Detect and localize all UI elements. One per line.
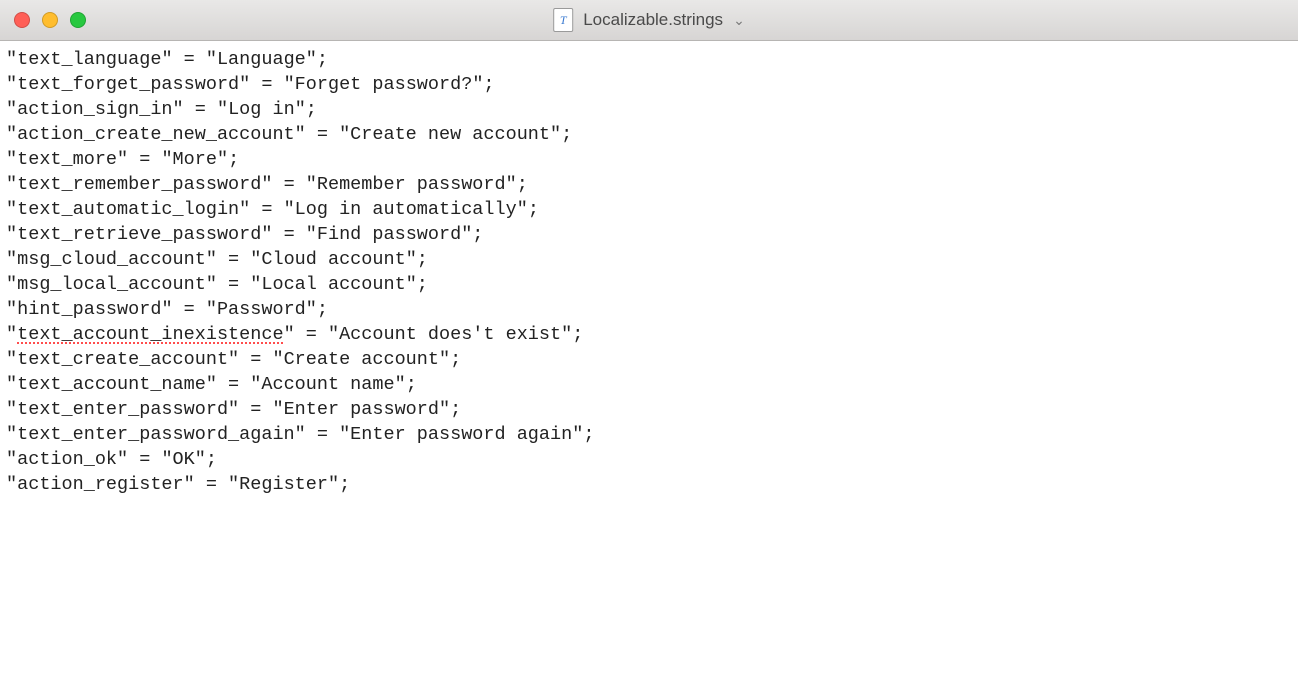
string-key: msg_local_account xyxy=(17,274,206,295)
string-value: Remember password xyxy=(317,174,506,195)
string-value: Language xyxy=(217,49,306,70)
code-line[interactable]: "text_more" = "More"; xyxy=(6,147,1292,172)
string-key: text_automatic_login xyxy=(17,199,239,220)
chevron-down-icon: ⌄ xyxy=(733,12,745,29)
string-value: Password xyxy=(217,299,306,320)
window-title: Localizable.strings xyxy=(583,10,723,30)
code-line[interactable]: "action_sign_in" = "Log in"; xyxy=(6,97,1292,122)
code-line[interactable]: "action_ok" = "OK"; xyxy=(6,447,1292,472)
string-value: Local account xyxy=(261,274,405,295)
string-key: text_enter_password xyxy=(17,399,228,420)
code-line[interactable]: "text_account_inexistence" = "Account do… xyxy=(6,322,1292,347)
string-key: text_language xyxy=(17,49,161,70)
window-titlebar: T Localizable.strings ⌄ xyxy=(0,0,1298,41)
close-button[interactable] xyxy=(14,12,30,28)
string-value: More xyxy=(173,149,217,170)
code-line[interactable]: "text_retrieve_password" = "Find passwor… xyxy=(6,222,1292,247)
string-value: OK xyxy=(173,449,195,470)
file-icon: T xyxy=(553,8,573,32)
string-key: msg_cloud_account xyxy=(17,249,206,270)
string-value: Create new account xyxy=(350,124,550,145)
code-line[interactable]: "text_account_name" = "Account name"; xyxy=(6,372,1292,397)
code-line[interactable]: "action_register" = "Register"; xyxy=(6,472,1292,497)
string-value: Cloud account xyxy=(261,249,405,270)
string-value: Account name xyxy=(261,374,394,395)
minimize-button[interactable] xyxy=(42,12,58,28)
string-key: text_enter_password_again xyxy=(17,424,295,445)
window-controls xyxy=(0,12,86,28)
string-key: action_sign_in xyxy=(17,99,172,120)
string-key: text_remember_password xyxy=(17,174,261,195)
string-key: text_account_name xyxy=(17,374,206,395)
string-key: text_create_account xyxy=(17,349,228,370)
window-title-area[interactable]: T Localizable.strings ⌄ xyxy=(553,8,745,32)
string-value: Create account xyxy=(284,349,439,370)
code-line[interactable]: "action_create_new_account" = "Create ne… xyxy=(6,122,1292,147)
zoom-button[interactable] xyxy=(70,12,86,28)
string-value: Account does't exist xyxy=(339,324,561,345)
editor-content[interactable]: "text_language" = "Language";"text_forge… xyxy=(0,41,1298,503)
code-line[interactable]: "text_automatic_login" = "Log in automat… xyxy=(6,197,1292,222)
code-line[interactable]: "text_enter_password" = "Enter password"… xyxy=(6,397,1292,422)
string-key: action_ok xyxy=(17,449,117,470)
string-key: text_retrieve_password xyxy=(17,224,261,245)
code-line[interactable]: "msg_cloud_account" = "Cloud account"; xyxy=(6,247,1292,272)
string-key: action_create_new_account xyxy=(17,124,295,145)
string-value: Register xyxy=(239,474,328,495)
string-value: Find password xyxy=(317,224,461,245)
string-value: Enter password again xyxy=(350,424,572,445)
code-line[interactable]: "text_enter_password_again" = "Enter pas… xyxy=(6,422,1292,447)
string-value: Forget password? xyxy=(295,74,473,95)
string-key: hint_password xyxy=(17,299,161,320)
string-key: text_more xyxy=(17,149,117,170)
string-key: text_forget_password xyxy=(17,74,239,95)
code-line[interactable]: "text_language" = "Language"; xyxy=(6,47,1292,72)
code-line[interactable]: "text_create_account" = "Create account"… xyxy=(6,347,1292,372)
string-key: text_account_inexistence xyxy=(17,324,283,345)
string-key: action_register xyxy=(17,474,184,495)
code-line[interactable]: "hint_password" = "Password"; xyxy=(6,297,1292,322)
string-value: Log in xyxy=(228,99,295,120)
code-line[interactable]: "text_forget_password" = "Forget passwor… xyxy=(6,72,1292,97)
string-value: Enter password xyxy=(284,399,439,420)
code-line[interactable]: "text_remember_password" = "Remember pas… xyxy=(6,172,1292,197)
code-line[interactable]: "msg_local_account" = "Local account"; xyxy=(6,272,1292,297)
string-value: Log in automatically xyxy=(295,199,517,220)
